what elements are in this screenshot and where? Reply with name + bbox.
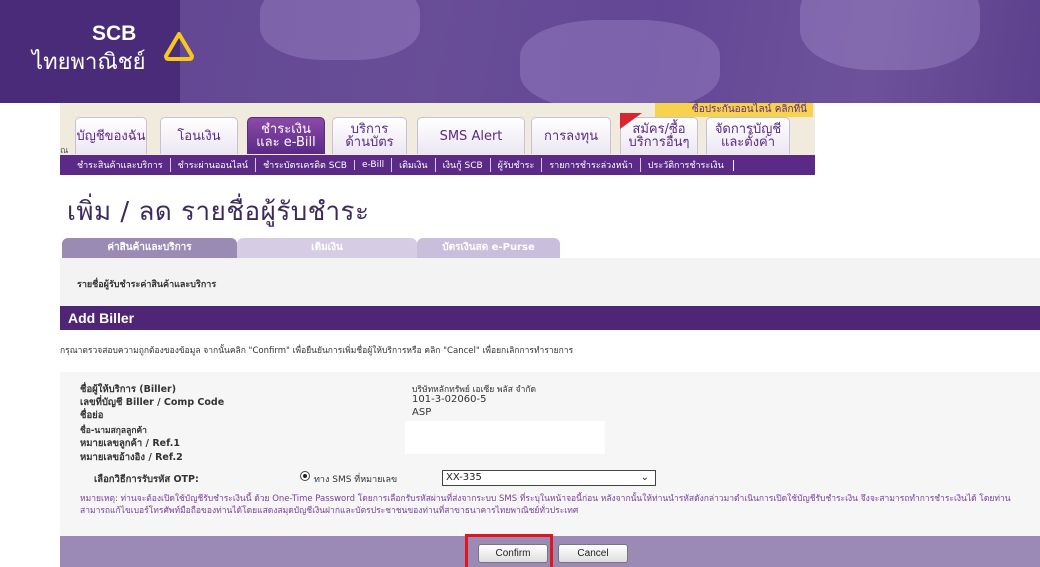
subnav-item[interactable]: ชำระผ่านออนไลน์ (169, 158, 255, 172)
scb-logo-icon (164, 32, 194, 61)
customer-name-label: ชื่อ-นามสกุลลูกค้า (80, 426, 147, 436)
instruction-text: กรุณาตรวจสอบความถูกต้องของข้อมูล จากนั้น… (60, 346, 574, 356)
tab-label-line2: ด้านบัตร (345, 135, 394, 150)
comp-code-value: 101-3-02060-5 (412, 394, 487, 405)
logo-thai-text: ไทยพาณิชย์ (32, 50, 146, 75)
phone-number-select[interactable]: XX-335 ⌄ (442, 470, 656, 486)
otp-note: หมายเหตุ: ท่านจะต้องเปิดใช้บัญชีรับชำระเ… (80, 494, 1011, 516)
page-title: เพิ่ม / ลด รายชื่อผู้รับชำระ (67, 197, 370, 227)
tab-my-account[interactable]: บัญชีของฉัน (75, 117, 147, 154)
tab-sms-alert[interactable]: SMS Alert (417, 117, 525, 154)
sms-otp-radio[interactable] (300, 471, 310, 481)
tab-e-purse[interactable]: บัตรเงินสด e-Purse (417, 238, 560, 258)
banner-decoration (520, 20, 720, 103)
banner-decoration (800, 0, 980, 70)
scb-logo[interactable]: SCB ไทยพาณิชย์ (32, 22, 222, 82)
subnav-item[interactable]: รายการชำระล่วงหน้า (541, 158, 639, 172)
subnav-divider (732, 159, 734, 171)
tab-manage-account[interactable]: จัดการบัญชี และตั้งค่า (706, 117, 790, 154)
otp-method-label: เลือกวิธีการรับรหัส OTP: (94, 474, 199, 485)
tab-label: การลงทุน (544, 128, 598, 144)
confirm-highlight-box (465, 534, 553, 567)
abbreviation-value: ASP (412, 407, 432, 418)
abbreviation-label: ชื่อย่อ (80, 410, 104, 421)
tab-label: SMS Alert (439, 128, 503, 144)
sms-otp-radio-label: ทาง SMS ที่หมายเลข (314, 475, 398, 485)
new-badge-icon (620, 113, 642, 129)
add-biller-header: Add Biller (60, 306, 1040, 330)
phone-number-value: XX-335 (446, 472, 482, 483)
page: SCB ไทยพาณิชย์ ซื้อประกันออนไลน์ คลิกที่… (0, 0, 1040, 567)
chevron-down-icon: ⌄ (640, 472, 649, 483)
tab-label-line2: และ e-Bill (256, 135, 316, 150)
tab-label: โอนเงิน (177, 128, 221, 144)
sub-navigation: ชำระสินค้าและบริการ ชำระผ่านออนไลน์ ชำระ… (60, 155, 815, 175)
tab-top-up[interactable]: เติมเงิน (237, 238, 417, 258)
subnav-item[interactable]: ประวัติการชำระเงิน (639, 158, 731, 172)
section-subheading: รายชื่อผู้รับชำระค่าสินค้าและบริการ (77, 280, 217, 290)
subnav-item[interactable]: เงินกู้ SCB (434, 158, 490, 172)
tab-transfer[interactable]: โอนเงิน (160, 117, 238, 154)
subnav-item[interactable]: ชำระสินค้าและบริการ (70, 158, 170, 172)
subnav-item[interactable]: e-Bill (353, 160, 391, 170)
banner-decoration (260, 0, 420, 60)
ref2-label: หมายเลขอ้างอิง / Ref.2 (80, 452, 183, 463)
tab-payment-ebill[interactable]: ชำระเงิน และ e-Bill (247, 117, 325, 154)
ref1-label: หมายเลขลูกค้า / Ref.1 (80, 438, 180, 449)
header-banner: SCB ไทยพาณิชย์ (0, 0, 1040, 103)
tab-label: บัญชีของฉัน (76, 128, 146, 144)
tab-label-line2: และตั้งค่า (720, 135, 776, 150)
tab-label-line2: บริการอื่นๆ (628, 135, 690, 150)
subnav-item[interactable]: ผู้รับชำระ (489, 158, 542, 172)
subnav-item[interactable]: เติมเงิน (391, 158, 434, 172)
customer-ref-field[interactable] (405, 421, 605, 454)
subnav-item[interactable]: ชำระบัตรเครดิต SCB (255, 158, 354, 172)
tab-goods-services[interactable]: ค่าสินค้าและบริการ (62, 238, 237, 258)
insurance-promo-link[interactable]: ซื้อประกันออนไลน์ คลิกที่นี่ (655, 103, 813, 117)
tab-investment[interactable]: การลงทุน (531, 117, 611, 154)
cancel-button[interactable]: Cancel (558, 544, 628, 563)
logo-brand-text: SCB (92, 22, 137, 45)
tab-card-services[interactable]: บริการ ด้านบัตร (332, 117, 407, 154)
